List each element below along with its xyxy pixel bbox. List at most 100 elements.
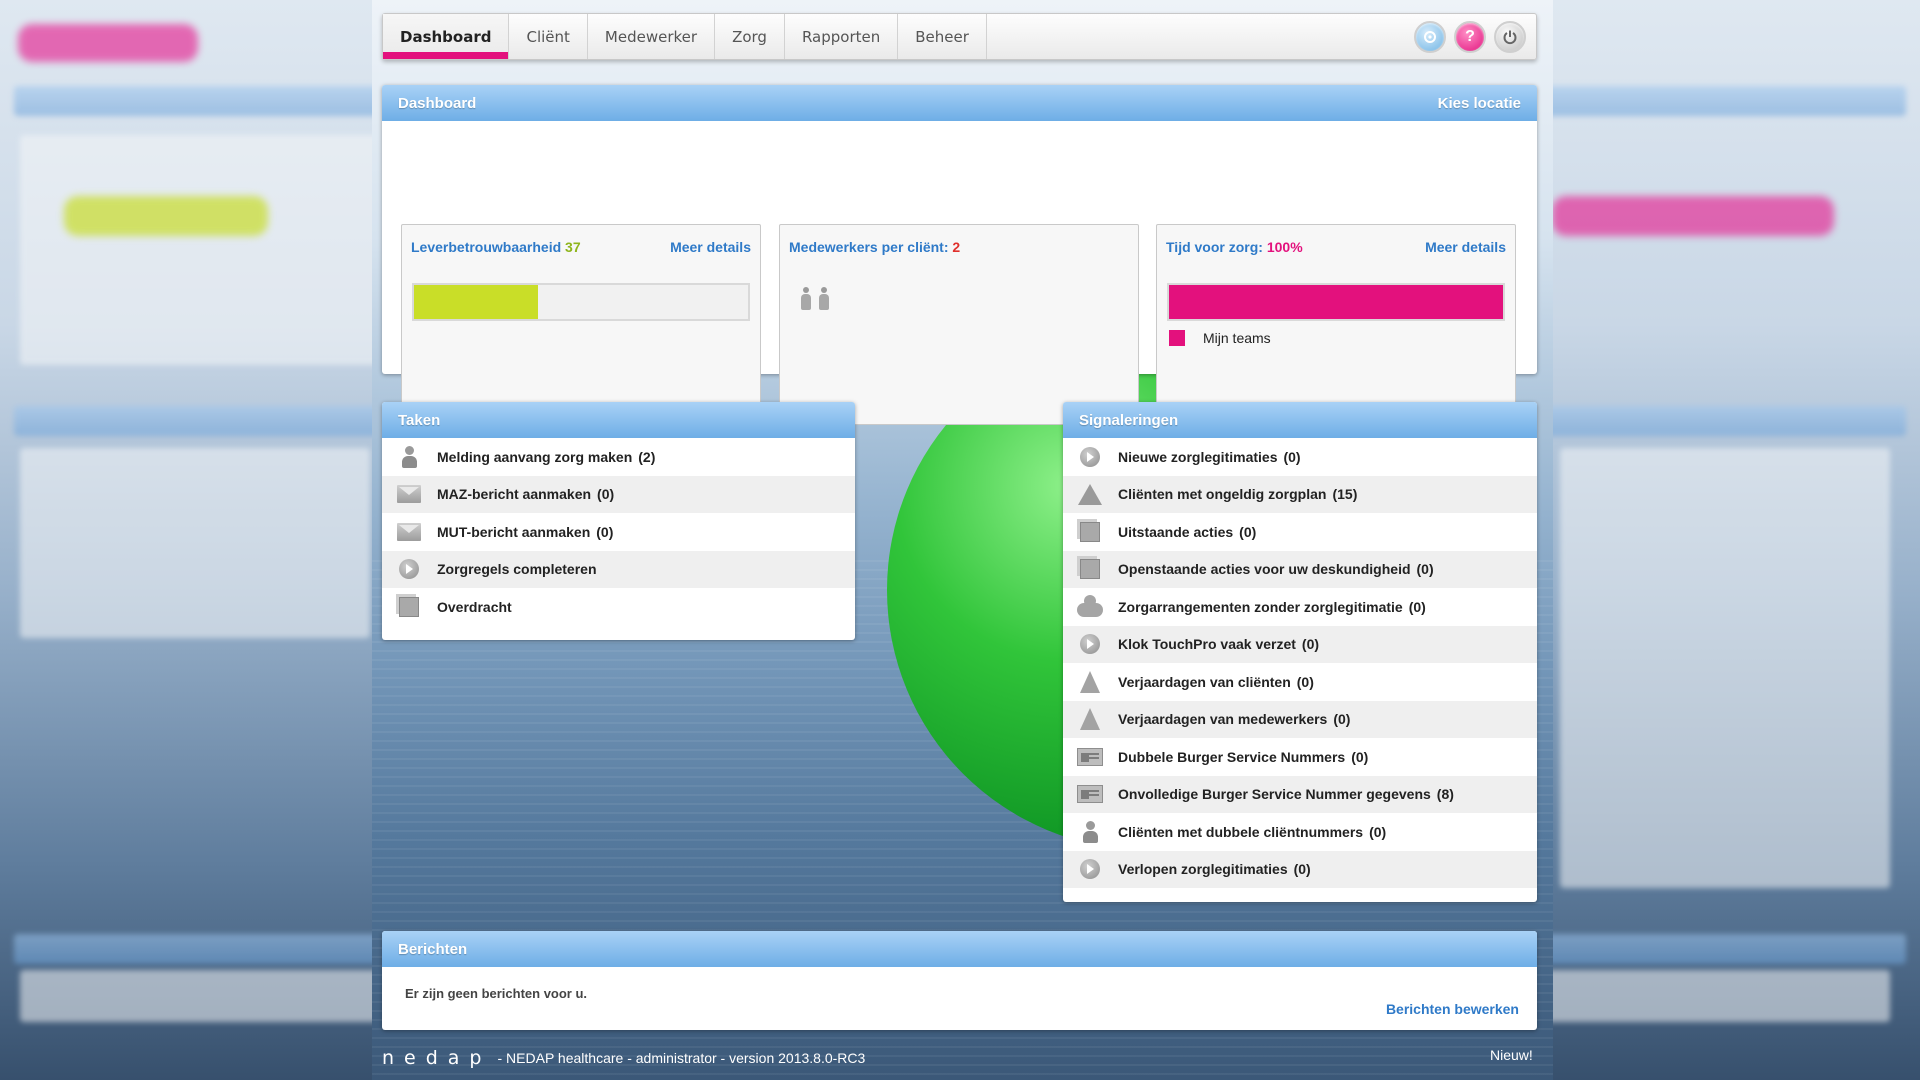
task-row[interactable]: MUT-bericht aanmaken (0): [382, 513, 855, 551]
signal-row[interactable]: Onvolledige Burger Service Nummer gegeve…: [1063, 775, 1537, 813]
signal-row[interactable]: Verlopen zorglegitimaties (0): [1063, 850, 1537, 888]
signal-label: Cliënten met ongeldig zorgplan: [1118, 486, 1327, 503]
care-time-details-link[interactable]: Meer details: [1425, 239, 1506, 255]
help-icon[interactable]: ?: [1454, 20, 1486, 53]
documents-icon: [1077, 558, 1103, 580]
reliability-label: Leverbetrouwbaarheid: [411, 239, 562, 255]
signal-row[interactable]: Verjaardagen van cliënten (0): [1063, 663, 1537, 701]
circle-arrow-icon: [396, 558, 422, 580]
staff-per-client-value: 2: [952, 239, 961, 255]
party-hat-icon: [1077, 670, 1103, 693]
reliability-progress-fill: [414, 285, 538, 319]
signal-label: Verlopen zorglegitimaties: [1118, 861, 1288, 878]
nedap-logo: nedap: [382, 1047, 492, 1069]
tab-zorg[interactable]: Zorg: [715, 14, 785, 59]
task-row[interactable]: MAZ-bericht aanmaken (0): [382, 475, 855, 513]
signal-row[interactable]: Verjaardagen van medewerkers (0): [1063, 700, 1537, 738]
signal-count: (0): [1351, 748, 1369, 765]
tasks-header: Taken: [382, 402, 855, 438]
people-icon: [1077, 820, 1103, 843]
task-count: (0): [597, 486, 615, 503]
blurred-panel-3: [1560, 448, 1890, 888]
play-icon: [1077, 858, 1103, 880]
care-time-title: Tijd voor zorg: 100%: [1166, 239, 1303, 255]
staff-per-client-widget: Medewerkers per cliënt: 2: [779, 224, 1139, 425]
signals-panel: Signaleringen Nieuwe zorglegitimaties (0)…: [1063, 402, 1537, 902]
tasks-title: Taken: [398, 411, 441, 429]
task-count: (2): [638, 448, 656, 465]
blurred-panel-2: [20, 448, 370, 638]
staff-per-client-title: Medewerkers per cliënt: 2: [789, 239, 960, 255]
main-navigation: Dashboard Cliënt Medewerker Zorg Rapport…: [382, 13, 1537, 60]
task-row[interactable]: Zorgregels completeren: [382, 550, 855, 588]
legend-swatch: [1169, 330, 1185, 346]
person-icon: [396, 445, 422, 468]
signal-label: Dubbele Burger Service Nummers: [1118, 748, 1346, 765]
envelope-icon: [396, 521, 422, 543]
signal-count: (15): [1332, 486, 1358, 503]
signal-count: (0): [1369, 823, 1387, 840]
signal-label: Verjaardagen van medewerkers: [1118, 711, 1328, 728]
blurred-pink-tab: [18, 24, 198, 62]
signal-row[interactable]: Cliënten met ongeldig zorgplan (15): [1063, 475, 1537, 513]
cloud-icon: [1077, 594, 1103, 618]
task-label: MUT-bericht aanmaken: [437, 523, 591, 540]
messages-panel: Berichten Er zijn geen berichten voor u.…: [382, 931, 1537, 1030]
signal-row[interactable]: Uitstaande acties (0): [1063, 513, 1537, 551]
signal-label: Zorgarrangementen zonder zorglegitimatie: [1118, 598, 1403, 615]
documents-icon: [1077, 521, 1103, 543]
no-messages-text: Er zijn geen berichten voor u.: [405, 986, 588, 1001]
signal-label: Openstaande acties voor uw deskundigheid: [1118, 561, 1411, 578]
new-link[interactable]: Nieuw!: [1490, 1047, 1902, 1063]
signal-row[interactable]: Nieuwe zorglegitimaties (0): [1063, 438, 1537, 476]
signal-count: (0): [1408, 598, 1426, 615]
signal-row[interactable]: Zorgarrangementen zonder zorglegitimatie…: [1063, 588, 1537, 626]
signal-row[interactable]: Openstaande acties voor uw deskundigheid…: [1063, 550, 1537, 588]
messages-header: Berichten: [382, 931, 1537, 967]
edit-messages-link[interactable]: Berichten bewerken: [1386, 1001, 1519, 1017]
blurred-green-bar: [64, 196, 268, 236]
dashboard-header: Dashboard Kies locatie: [382, 85, 1537, 121]
choose-location-link[interactable]: Kies locatie: [1438, 95, 1521, 112]
footer: nedap - NEDAP healthcare - administrator…: [382, 1047, 865, 1069]
play-icon: [1077, 446, 1103, 468]
signal-row[interactable]: Cliënten met dubbele cliëntnummers (0): [1063, 813, 1537, 851]
warning-icon: [1077, 483, 1103, 505]
signal-count: (0): [1301, 636, 1320, 653]
reliability-details-link[interactable]: Meer details: [670, 239, 751, 255]
signal-count: (0): [1333, 711, 1351, 728]
id-card-icon: [1077, 783, 1103, 805]
clock-icon: [1077, 633, 1103, 655]
tab-rapporten[interactable]: Rapporten: [785, 14, 899, 59]
tab-dashboard[interactable]: Dashboard: [383, 14, 510, 59]
power-icon[interactable]: [1494, 20, 1526, 53]
party-hat-icon: [1077, 708, 1103, 731]
tab-medewerker[interactable]: Medewerker: [588, 14, 716, 59]
signal-row[interactable]: Klok TouchPro vaak verzet (0): [1063, 625, 1537, 663]
signal-label: Uitstaande acties: [1118, 523, 1234, 540]
staff-per-client-label: Medewerkers per cliënt:: [789, 239, 949, 255]
care-time-legend: Mijn teams: [1169, 330, 1271, 346]
task-label: Zorgregels completeren: [437, 561, 597, 578]
signal-label: Onvolledige Burger Service Nummer gegeve…: [1118, 786, 1431, 803]
task-label: Melding aanvang zorg maken: [437, 448, 633, 465]
tasks-list: Melding aanvang zorg maken (2) MAZ-bericht…: [382, 438, 855, 626]
task-label: Overdracht: [437, 598, 512, 615]
reliability-title: Leverbetrouwbaarheid 37: [411, 239, 581, 255]
task-row[interactable]: Overdracht: [382, 588, 855, 626]
care-time-progress-bar: [1167, 283, 1505, 321]
signal-count: (0): [1296, 673, 1314, 690]
tab-client[interactable]: Cliënt: [509, 14, 588, 59]
id-card-icon: [1077, 746, 1103, 768]
care-time-value: 100%: [1266, 239, 1303, 255]
signal-label: Nieuwe zorglegitimaties: [1118, 448, 1278, 465]
task-label: MAZ-bericht aanmaken: [437, 486, 592, 503]
task-row[interactable]: Melding aanvang zorg maken (2): [382, 438, 855, 476]
tab-beheer[interactable]: Beheer: [898, 14, 987, 59]
footer-version-text: - NEDAP healthcare - administrator - ver…: [497, 1050, 866, 1066]
blurred-pink-bar: [1552, 196, 1834, 236]
signal-row[interactable]: Dubbele Burger Service Nummers (0): [1063, 738, 1537, 776]
dashboard-title: Dashboard: [398, 94, 477, 112]
settings-icon[interactable]: [1414, 20, 1446, 53]
signal-label: Cliënten met dubbele cliëntnummers: [1118, 823, 1364, 840]
